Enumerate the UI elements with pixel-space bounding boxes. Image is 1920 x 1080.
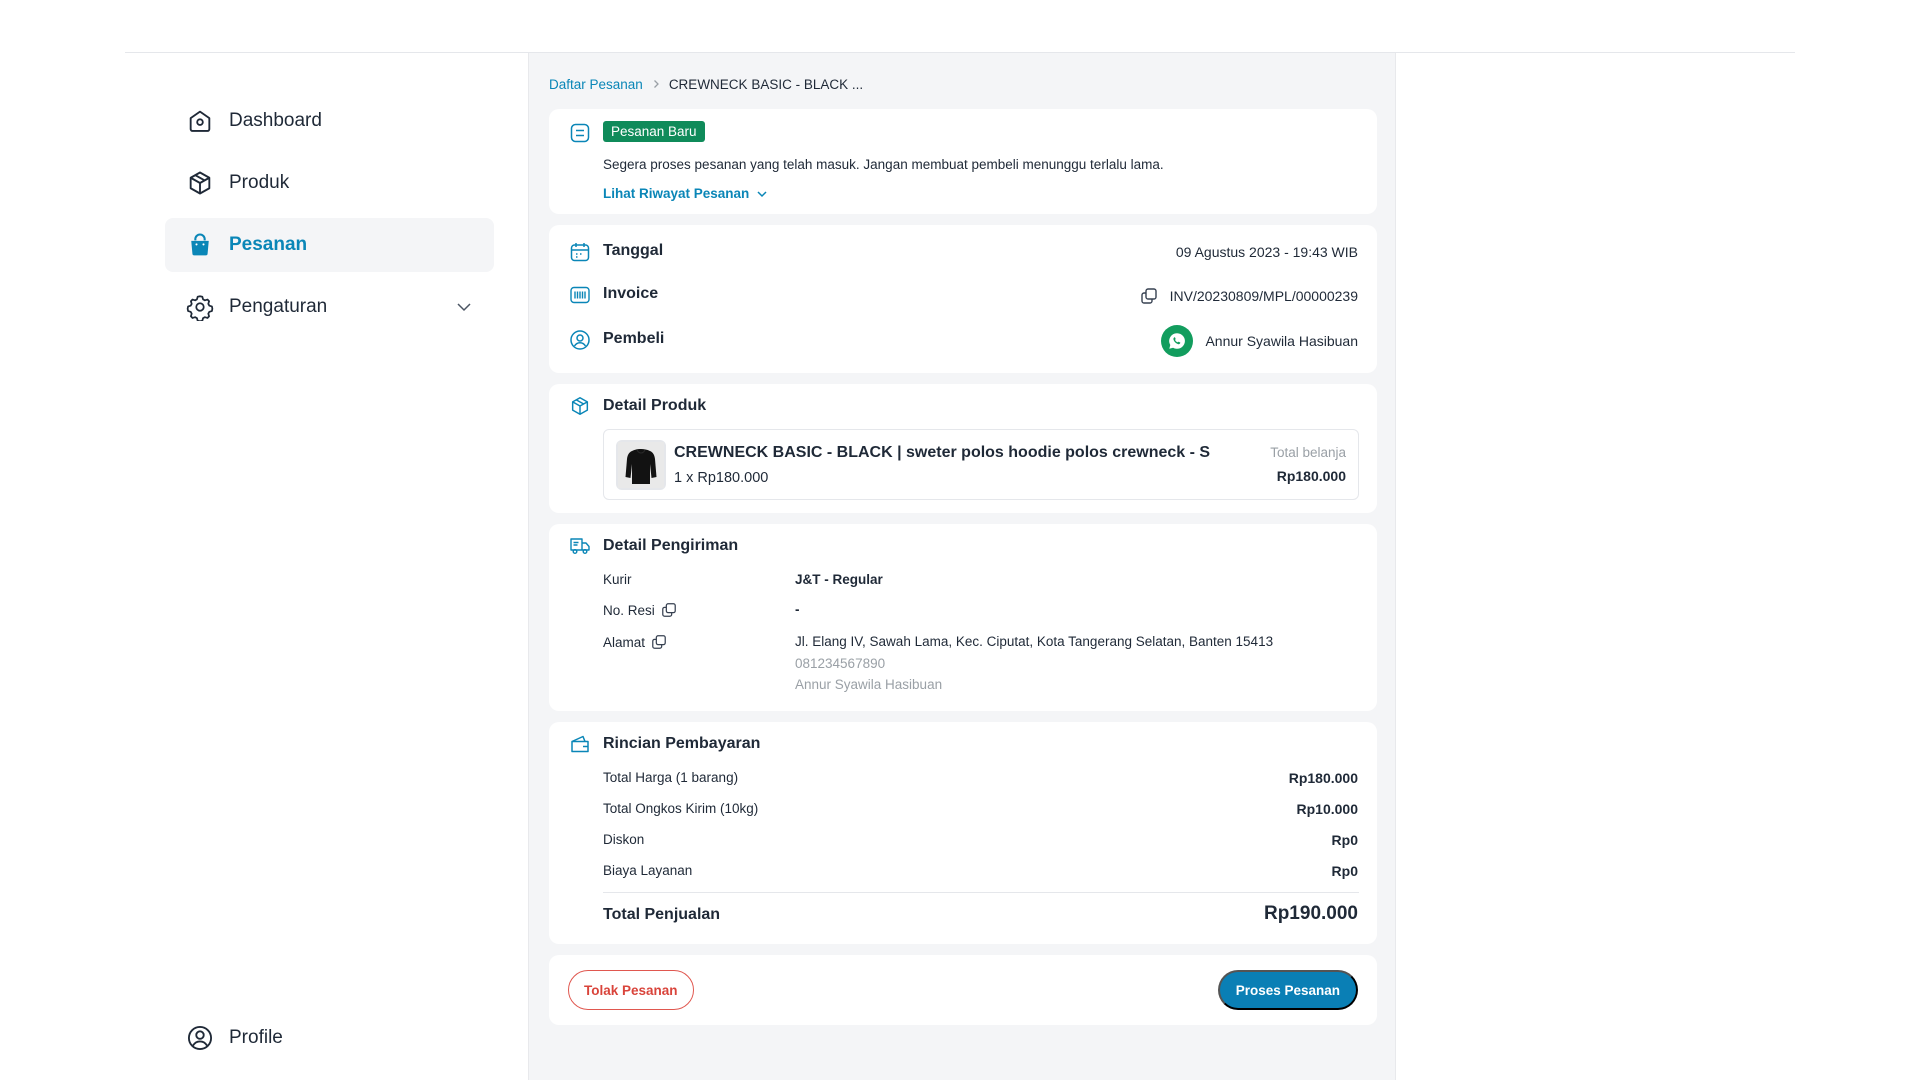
total-sales-label: Total Penjualan [603,906,721,923]
shopping-bag-icon [185,230,215,260]
courier-label: Kurir [603,572,632,587]
sidebar-item-profile[interactable]: Profile [165,1011,494,1065]
sidebar-item-produk[interactable]: Produk [165,156,494,210]
resi-label: No. Resi [603,602,655,618]
invoice-label: Invoice [603,285,659,302]
product-total-value: Rp180.000 [1276,468,1346,484]
courier-value: J&T - Regular [795,572,883,587]
sidebar-item-dashboard[interactable]: Dashboard [165,94,494,148]
payment-row-value: Rp10.000 [1296,801,1358,817]
sidebar-item-label: Dashboard [229,110,322,131]
resi-label-group: No. Resi [603,602,677,618]
product-thumbnail [616,440,666,490]
payment-row-label: Biaya Layanan [603,863,693,878]
sidebar-item-pengaturan[interactable]: Pengaturan [165,280,494,334]
resi-value: - [795,602,800,617]
payment-row-label: Total Harga (1 barang) [603,770,739,785]
product-section-title: Detail Produk [603,397,707,414]
product-item[interactable]: CREWNECK BASIC - BLACK | sweter polos ho… [603,429,1359,500]
product-name: CREWNECK BASIC - BLACK | sweter polos ho… [674,444,1211,461]
whatsapp-icon[interactable] [1161,325,1194,357]
copy-icon[interactable] [651,634,667,650]
gear-icon [185,292,215,322]
product-total-label: Total belanja [1270,445,1346,460]
sidebar-item-label: Produk [229,172,290,193]
breadcrumb-link-daftar-pesanan[interactable]: Daftar Pesanan [549,77,643,92]
buyer-label: Pembeli [603,330,665,347]
order-history-label: Lihat Riwayat Pesanan [603,186,750,201]
copy-icon[interactable] [661,602,677,618]
date-value: 09 Agustus 2023 - 19:43 WIB [1175,244,1358,260]
divider [603,892,1359,893]
invoice-row: Invoice INV/20230809/MPL/00000239 [549,280,1377,310]
date-label: Tanggal [603,242,664,259]
payment-detail-card: Rincian Pembayaran Total Harga (1 barang… [549,722,1377,944]
sidebar: Dashboard Produk Pesanan Pengaturan Prof… [125,53,528,1080]
address-label-group: Alamat [603,634,667,650]
process-order-button[interactable]: Proses Pesanan [1217,970,1358,1010]
address-value: Jl. Elang IV, Sawah Lama, Kec. Ciputat, … [795,634,1274,649]
box-icon [185,168,215,198]
sidebar-item-label: Pesanan [229,234,308,255]
buyer-name: Annur Syawila Hasibuan [1205,333,1358,349]
barcode-icon [568,283,592,307]
buyer-row: Pembeli Annur Syawila Hasibuan [549,325,1377,357]
sidebar-item-pesanan[interactable]: Pesanan [165,218,494,272]
sidebar-item-label: Pengaturan [229,296,328,317]
invoice-value: INV/20230809/MPL/00000239 [1169,288,1358,304]
chevron-down-icon [757,190,767,197]
delivery-truck-icon [568,534,592,558]
sidebar-nav: Dashboard Produk Pesanan Pengaturan [165,94,494,342]
buyer-value-group: Annur Syawila Hasibuan [1161,325,1358,357]
calendar-icon [568,240,592,264]
shipping-section-title: Detail Pengiriman [603,537,739,554]
payment-row-label: Total Ongkos Kirim (10kg) [603,801,759,816]
user-icon [185,1023,215,1053]
payment-row-value: Rp180.000 [1288,770,1358,786]
total-sales-value: Rp190.000 [1263,903,1358,924]
reject-order-button[interactable]: Tolak Pesanan [568,970,694,1010]
order-info-card: Tanggal 09 Agustus 2023 - 19:43 WIB Invo… [549,225,1377,373]
order-history-link[interactable]: Lihat Riwayat Pesanan [603,186,769,201]
order-actions-card: Tolak Pesanan Proses Pesanan [549,955,1377,1025]
sidebar-item-label: Profile [229,1027,283,1048]
document-icon [568,121,592,145]
address-label: Alamat [603,634,646,650]
order-status-card: Pesanan Baru Segera proses pesanan yang … [549,109,1377,214]
chevron-down-icon[interactable] [454,297,474,317]
status-description: Segera proses pesanan yang telah masuk. … [603,157,1164,172]
box-icon [568,394,592,418]
payment-row-value: Rp0 [1331,832,1358,848]
payment-section-title: Rincian Pembayaran [603,735,761,752]
invoice-value-group: INV/20230809/MPL/00000239 [1140,287,1358,305]
chevron-right-icon [651,77,661,92]
payment-row-label: Diskon [603,832,645,847]
copy-icon[interactable] [1140,287,1158,305]
order-detail-panel: Daftar Pesanan CREWNECK BASIC - BLACK ..… [528,53,1396,1080]
recipient-phone: 081234567890 [795,656,886,671]
recipient-name: Annur Syawila Hasibuan [795,677,943,692]
home-icon [185,106,215,136]
wallet-icon [568,732,592,756]
breadcrumb: Daftar Pesanan CREWNECK BASIC - BLACK ..… [549,77,863,92]
breadcrumb-current: CREWNECK BASIC - BLACK ... [668,77,864,92]
payment-row-value: Rp0 [1331,863,1358,879]
product-detail-card: Detail Produk CREWNECK BASIC - BLACK | s… [549,384,1377,513]
user-icon [568,328,592,352]
status-badge: Pesanan Baru [603,121,705,142]
shipping-detail-card: Detail Pengiriman Kurir J&T - Regular No… [549,524,1377,711]
date-row: Tanggal 09 Agustus 2023 - 19:43 WIB [549,237,1377,267]
product-qty-price: 1 x Rp180.000 [674,470,769,486]
